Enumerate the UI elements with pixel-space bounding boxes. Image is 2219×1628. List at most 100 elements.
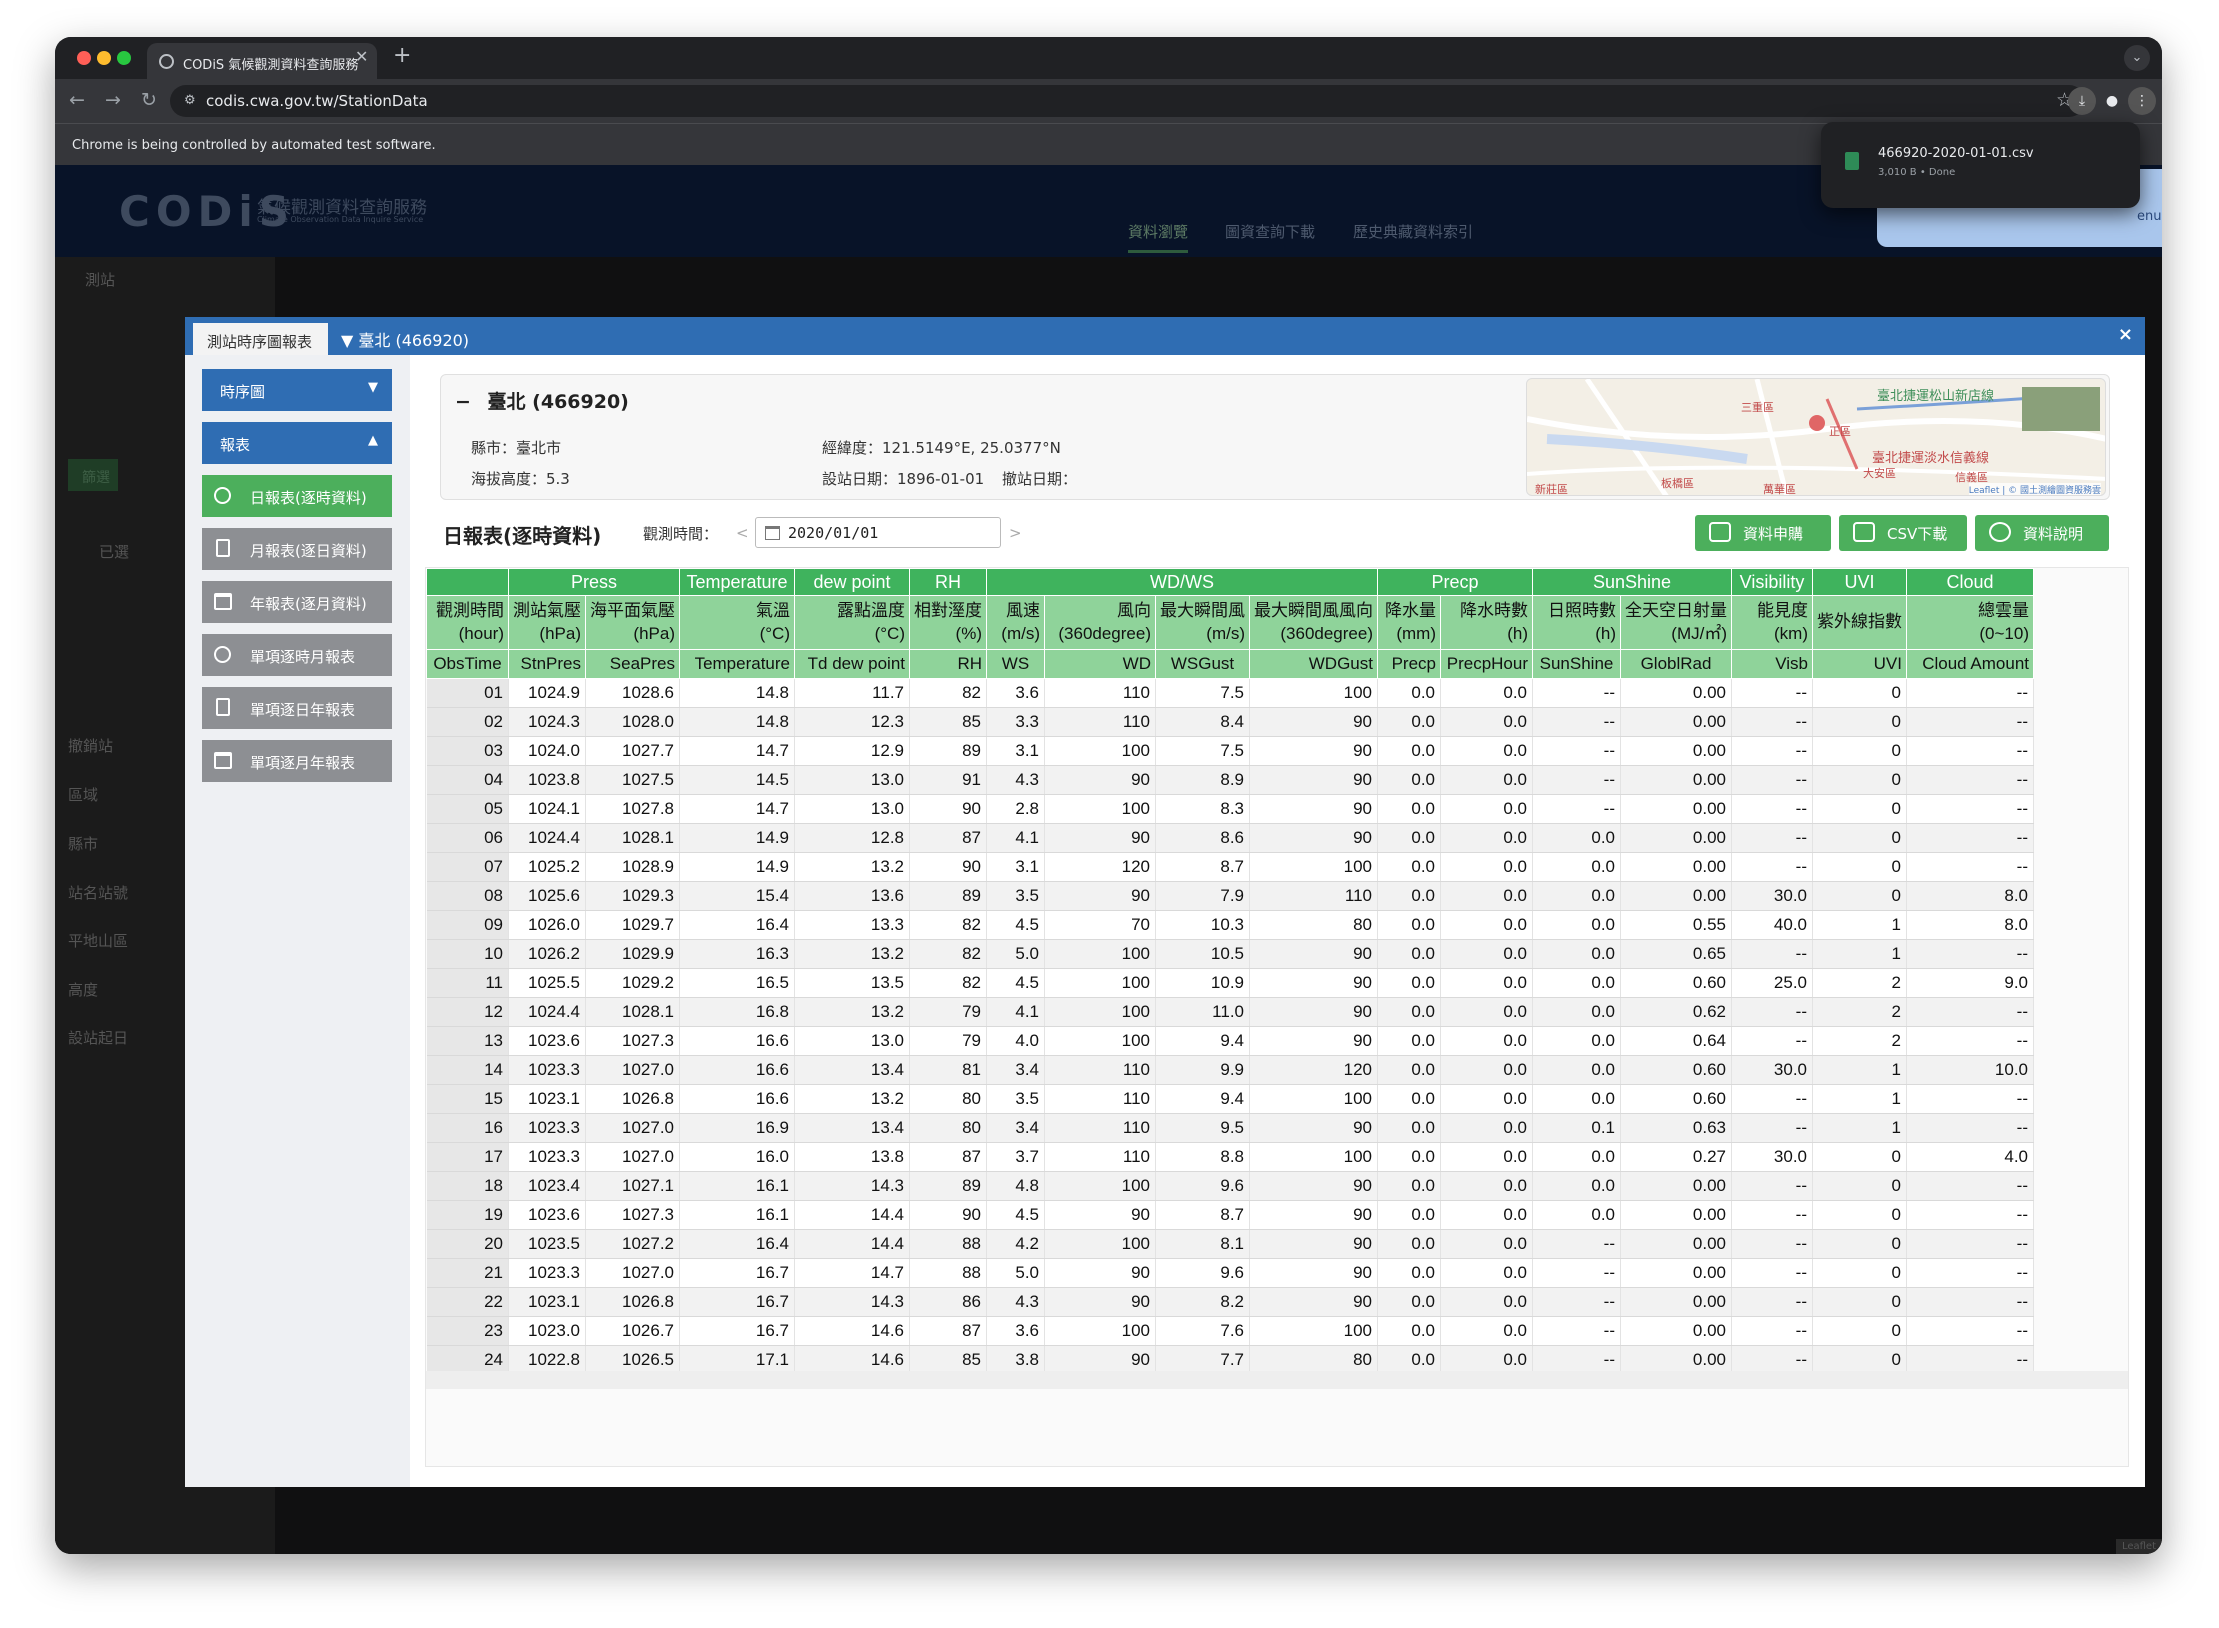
sidebar-single-daily[interactable]: 單項逐日年報表 <box>202 687 392 729</box>
column-header-en[interactable]: WD <box>1044 649 1156 679</box>
column-header-en[interactable]: Temperature <box>679 649 795 679</box>
column-header-zh[interactable]: 總雲量 (0~10) <box>1906 595 2034 650</box>
csv-download-button[interactable]: CSV下載 <box>1839 515 1967 551</box>
table-cell: 82 <box>909 678 987 708</box>
maximize-window-icon[interactable] <box>117 51 131 65</box>
column-header-zh[interactable]: 降水時數 (h) <box>1440 595 1533 650</box>
column-header-en[interactable]: Cloud Amount <box>1906 649 2034 679</box>
column-header-zh[interactable]: 測站氣壓 (hPa) <box>508 595 586 650</box>
close-window-icon[interactable] <box>77 51 91 65</box>
sidebar-daily-report[interactable]: 日報表(逐時資料) <box>202 475 392 517</box>
download-filename[interactable]: 466920-2020-01-01.csv <box>1878 146 2034 161</box>
column-header-en[interactable]: Precp <box>1377 649 1441 679</box>
site-info-icon[interactable]: ⚙ <box>184 93 196 108</box>
column-header-zh[interactable]: 日照時數 (h) <box>1532 595 1621 650</box>
purchase-data-button[interactable]: 資料申購 <box>1695 515 1831 551</box>
back-icon[interactable]: ← <box>69 89 85 111</box>
map-credit[interactable]: Leaflet | © 國土測繪圖資服務雲 <box>1968 483 2101 495</box>
nav-data-browse[interactable]: 資料瀏覽 <box>1128 221 1189 253</box>
column-header-zh[interactable]: 相對溼度 (%) <box>909 595 987 650</box>
column-header-zh[interactable]: 最大瞬間風 (m/s) <box>1155 595 1250 650</box>
address-bar[interactable]: ⚙ codis.cwa.gov.tw/StationData ☆ <box>170 85 2085 117</box>
sidebar-timeseries[interactable]: 時序圖 ▼ <box>202 369 392 411</box>
table-cell: 0.00 <box>1620 1258 1732 1288</box>
column-header-en[interactable]: SunShine <box>1532 649 1621 679</box>
table-cell: 90 <box>1249 794 1378 824</box>
reload-icon[interactable]: ↻ <box>141 89 157 111</box>
csv-file-icon <box>1853 522 1875 542</box>
table-cell: 4.5 <box>986 1200 1045 1230</box>
table-cell: 90 <box>909 1200 987 1230</box>
column-header-en[interactable]: GloblRad <box>1620 649 1732 679</box>
column-header-en[interactable]: SeaPres <box>585 649 680 679</box>
table-horizontal-scrollbar[interactable] <box>426 1371 2128 1389</box>
table-cell: 90 <box>1249 1229 1378 1259</box>
new-tab-icon[interactable]: + <box>393 43 411 68</box>
column-header-en[interactable]: RH <box>909 649 987 679</box>
chrome-menu-icon[interactable]: ⋮ <box>2128 87 2156 115</box>
next-date-button[interactable]: > <box>1009 524 1022 542</box>
table-cell: 11 <box>426 968 509 998</box>
browser-tab[interactable]: CODiS 氣候觀測資料查詢服務 <box>147 43 377 79</box>
sidebar-reports[interactable]: 報表 ▲ <box>202 422 392 464</box>
column-header-zh[interactable]: 最大瞬間風風向 (360degree) <box>1249 595 1378 650</box>
table-cell: 0.0 <box>1440 765 1533 795</box>
sidebar-monthly-report[interactable]: 月報表(逐日資料) <box>202 528 392 570</box>
filter-button[interactable]: 篩選 <box>68 459 118 491</box>
table-cell: 100 <box>1044 736 1156 766</box>
table-cell: 0.00 <box>1620 707 1732 737</box>
column-header-zh[interactable]: 能見度 (km) <box>1731 595 1813 650</box>
column-header-zh[interactable]: 觀測時間 (hour) <box>426 595 509 650</box>
column-header-en[interactable]: PrecpHour <box>1440 649 1533 679</box>
column-header-zh[interactable]: 風向 (360degree) <box>1044 595 1156 650</box>
download-icon[interactable]: ⤓ <box>2068 87 2096 115</box>
table-cell: 100 <box>1044 968 1156 998</box>
table-cell: 14.4 <box>794 1229 910 1259</box>
tab-station-report[interactable]: 測站時序圖報表 <box>193 323 328 355</box>
report-table-container[interactable]: Press Temperature dew point RH WD/WS Precp Sun… <box>425 567 2129 1467</box>
sidebar-single-hourly[interactable]: 單項逐時月報表 <box>202 634 392 676</box>
tab-station-taipei[interactable]: ▼ 臺北 (466920) <box>341 327 469 351</box>
prev-date-button[interactable]: < <box>736 524 749 542</box>
data-description-button[interactable]: 資料說明 <box>1975 515 2109 551</box>
column-header-zh[interactable]: 降水量 (mm) <box>1377 595 1441 650</box>
column-header-zh[interactable]: 露點溫度 (°C) <box>794 595 910 650</box>
column-header-en[interactable]: Td dew point <box>794 649 910 679</box>
minimize-window-icon[interactable] <box>97 51 111 65</box>
group-header <box>426 568 509 596</box>
column-header-zh[interactable]: 風速 (m/s) <box>986 595 1045 650</box>
column-header-en[interactable]: StnPres <box>508 649 586 679</box>
table-cell: -- <box>1731 1287 1813 1317</box>
sidebar-yearly-report[interactable]: 年報表(逐月資料) <box>202 581 392 623</box>
collapse-icon[interactable]: − <box>455 391 471 413</box>
station-map[interactable]: 臺北捷運松山新店線 臺北捷運淡水信義線 三重區 正區 大安區 萬華區 新莊區 板… <box>1526 378 2106 496</box>
column-header-en[interactable]: WSGust <box>1155 649 1250 679</box>
column-header-en[interactable]: ObsTime <box>426 649 509 679</box>
column-header-zh[interactable]: 海平面氣壓 (hPa) <box>585 595 680 650</box>
column-header-en[interactable]: Visb <box>1731 649 1813 679</box>
column-header-zh[interactable]: 全天空日射量 (MJ/㎡) <box>1620 595 1732 650</box>
column-header-zh[interactable]: 紫外線指數 <box>1812 595 1907 650</box>
table-cell: 0 <box>1812 1142 1907 1172</box>
modal-close-icon[interactable]: × <box>2118 324 2133 345</box>
column-header-en[interactable]: UVI <box>1812 649 1907 679</box>
tab-search-icon[interactable]: ⌄ <box>2124 45 2150 71</box>
profile-icon[interactable]: ● <box>2098 87 2126 115</box>
column-header-en[interactable]: WS <box>986 649 1045 679</box>
table-cell: 0.00 <box>1620 765 1732 795</box>
tab-close-icon[interactable]: ✕ <box>355 47 368 66</box>
filter-tab-station[interactable]: 測站 <box>85 269 115 290</box>
table-cell: 0.0 <box>1377 823 1441 853</box>
forward-icon[interactable]: → <box>105 89 121 111</box>
column-header-zh[interactable]: 氣溫 (°C) <box>679 595 795 650</box>
download-bubble[interactable]: 466920-2020-01-01.csv 3,010 B • Done <box>1821 122 2140 208</box>
date-input[interactable]: 2020/01/01 <box>755 517 1001 548</box>
sidebar-single-monthly[interactable]: 單項逐月年報表 <box>202 740 392 782</box>
column-header-en[interactable]: WDGust <box>1249 649 1378 679</box>
group-header: Press <box>508 568 680 596</box>
nav-map-download[interactable]: 圖資查詢下載 <box>1225 221 1315 242</box>
column-name-zh: 降水量 <box>1385 601 1436 621</box>
table-cell: 1023.0 <box>508 1316 586 1346</box>
table-cell: -- <box>1532 794 1621 824</box>
nav-history-index[interactable]: 歷史典藏資料索引 <box>1353 221 1473 242</box>
